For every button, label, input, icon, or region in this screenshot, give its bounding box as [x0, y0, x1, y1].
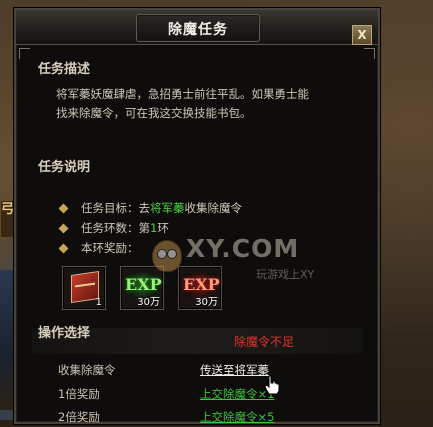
submit-5x-link[interactable]: 上交除魔令×5	[200, 409, 274, 427]
op-label: 2倍奖励	[58, 410, 100, 424]
task-rounds-suffix: 环	[157, 221, 169, 235]
owl-logo-icon	[152, 240, 182, 272]
watermark: XY.COM 玩游戏上XY	[152, 234, 332, 286]
task-desc-line: 将军蓁妖魔肆虐，急招勇士前往平乱。如果勇士能	[56, 87, 309, 101]
bullet-icon	[58, 223, 69, 233]
bullet-icon	[58, 243, 69, 253]
task-rounds-prefix: 任务环数：第	[81, 221, 150, 235]
task-info-heading: 任务说明	[38, 160, 91, 175]
task-goal-place: 将军蓁	[150, 201, 185, 215]
task-desc-heading: 任务描述	[38, 62, 91, 77]
close-button[interactable]: X	[352, 25, 372, 45]
task-goal-prefix: 任务目标：去	[81, 201, 150, 215]
task-rounds-value: 1	[150, 221, 158, 235]
teleport-link[interactable]: 传送至将军蓁	[200, 362, 269, 380]
bullet-icon	[58, 203, 69, 213]
hand-cursor-icon	[264, 375, 280, 395]
reward-qty: 30万	[137, 297, 160, 308]
reward-qty: 1	[95, 297, 102, 308]
reward-qty: 30万	[195, 297, 218, 308]
reward-slot-skill-book[interactable]: 1	[62, 266, 106, 310]
quest-dialog-window: 除魔任务 X 任务描述 将军蓁妖魔肆虐，急招勇士前往平乱。如果勇士能 找来除魔令…	[14, 8, 380, 424]
task-rewards-label: 本环奖励：	[81, 241, 139, 255]
watermark-main: XY.COM	[186, 234, 300, 263]
task-goal-suffix: 收集除魔令	[184, 201, 243, 215]
task-desc-text: 将军蓁妖魔肆虐，急招勇士前往平乱。如果勇士能 找来除魔令，可在我这交换技能书包。	[56, 85, 356, 123]
op-label: 收集除魔令	[58, 363, 116, 377]
dialog-title: 除魔任务	[168, 22, 228, 38]
watermark-sub: 玩游戏上XY	[256, 268, 315, 281]
title-bar: 除魔任务 X	[16, 10, 378, 45]
task-rounds-row: 任务环数：第 1 环	[58, 219, 169, 237]
task-goal-row: 任务目标：去 将军蓁 收集除魔令	[58, 199, 243, 217]
title-plate: 除魔任务	[136, 14, 260, 42]
warning-text: 除魔令不足	[234, 335, 295, 349]
task-rewards-row: 本环奖励：	[58, 239, 139, 257]
task-desc-line: 找来除魔令，可在我这交换技能书包。	[56, 106, 252, 120]
operations-heading: 操作选择	[38, 326, 91, 341]
op-label: 1倍奖励	[58, 387, 100, 401]
